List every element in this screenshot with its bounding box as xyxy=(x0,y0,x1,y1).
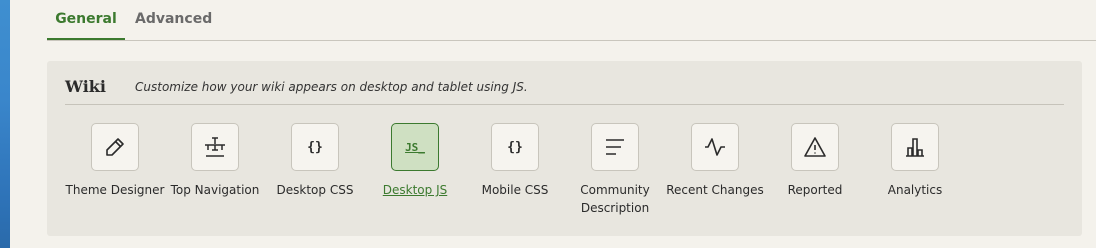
wiki-panel: Wiki Customize how your wiki appears on … xyxy=(47,61,1082,236)
tool-label: Analytics xyxy=(887,183,943,197)
panel-description: Customize how your wiki appears on deskt… xyxy=(135,80,528,94)
tab-bar: General Advanced xyxy=(47,0,1096,41)
tab-advanced[interactable]: Advanced xyxy=(135,0,215,40)
tool-analytics[interactable]: Analytics xyxy=(855,123,975,199)
warning-icon xyxy=(791,123,839,171)
text-lines-icon xyxy=(591,123,639,171)
braces-icon: {} xyxy=(291,123,339,171)
panel-title: Wiki xyxy=(65,77,106,96)
js-icon: JS_ xyxy=(391,123,439,171)
braces-icon: {} xyxy=(491,123,539,171)
tab-general[interactable]: General xyxy=(47,0,125,40)
activity-icon xyxy=(691,123,739,171)
bar-chart-icon xyxy=(891,123,939,171)
panel-header: Wiki Customize how your wiki appears on … xyxy=(65,75,1064,105)
window-edge xyxy=(0,0,10,248)
sitemap-icon xyxy=(191,123,239,171)
pencil-icon xyxy=(91,123,139,171)
